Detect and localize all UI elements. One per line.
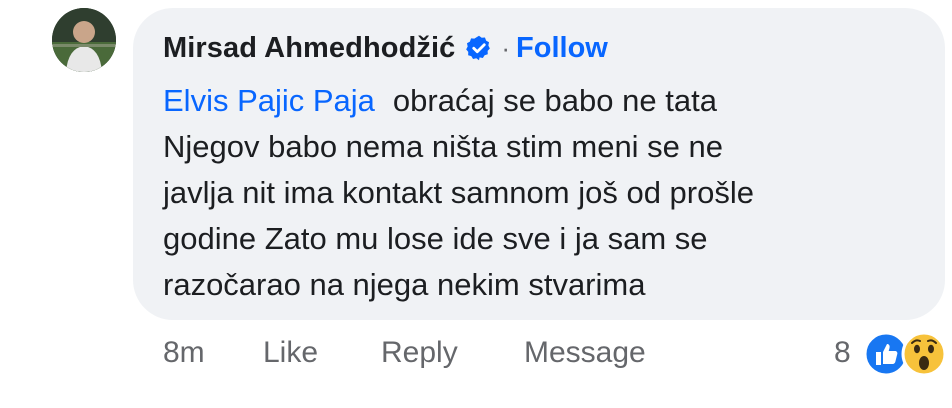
message-button[interactable]: Message bbox=[524, 336, 646, 370]
comment-header: Mirsad Ahmedhodžić · Follow bbox=[163, 30, 608, 66]
comment-line-text: obraćaj se babo ne tata bbox=[392, 83, 717, 118]
comment-line: razočarao na njega nekim stvarima bbox=[163, 267, 646, 302]
comment-timestamp[interactable]: 8m bbox=[163, 336, 205, 370]
comment-line: javlja nit ima kontakt samnom još od pro… bbox=[163, 175, 754, 210]
comment-actions: 8m Like Reply Message 8 bbox=[0, 336, 952, 376]
comment: Mirsad Ahmedhodžić · Follow Elvis Pajic … bbox=[0, 0, 952, 408]
mention-link[interactable]: Elvis Pajic Paja bbox=[163, 83, 375, 118]
reaction-icons[interactable] bbox=[862, 330, 952, 378]
author-avatar[interactable] bbox=[52, 8, 116, 72]
comment-text: Elvis Pajic Paja obraćaj se babo ne tata … bbox=[163, 78, 923, 308]
verified-badge-icon bbox=[465, 34, 493, 62]
like-button[interactable]: Like bbox=[263, 336, 318, 370]
reaction-count[interactable]: 8 bbox=[834, 336, 851, 370]
comment-line: godine Zato mu lose ide sve i ja sam se bbox=[163, 221, 708, 256]
wow-reaction-icon bbox=[901, 331, 947, 377]
follow-button[interactable]: Follow bbox=[516, 32, 608, 65]
reply-button[interactable]: Reply bbox=[381, 336, 458, 370]
author-name[interactable]: Mirsad Ahmedhodžić bbox=[163, 32, 455, 65]
comment-line: Njegov babo nema ništa stim meni se ne bbox=[163, 129, 724, 164]
comment-line: Elvis Pajic Paja obraćaj se babo ne tata bbox=[163, 78, 923, 124]
comment-bubble: Mirsad Ahmedhodžić · Follow Elvis Pajic … bbox=[133, 8, 945, 320]
separator-dot: · bbox=[501, 32, 511, 63]
